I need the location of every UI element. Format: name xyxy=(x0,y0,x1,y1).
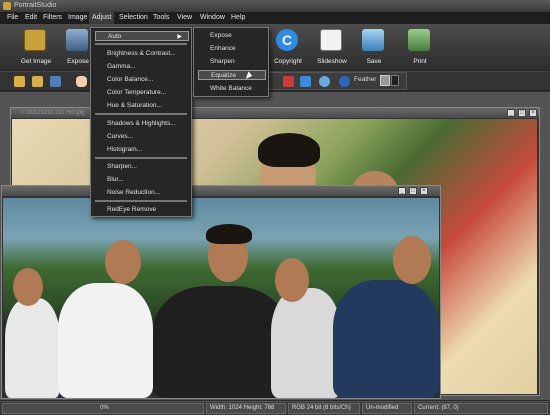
crop-icon[interactable] xyxy=(283,76,294,87)
slideshow-button[interactable]: Slideshow xyxy=(310,28,354,68)
person-body xyxy=(333,280,439,398)
hand-tool-icon[interactable] xyxy=(76,76,87,87)
menu-edit[interactable]: Edit xyxy=(22,12,40,24)
print-icon xyxy=(408,29,430,51)
menu-item-gamma[interactable]: Gamma... xyxy=(95,62,189,72)
submenu-item-enhance[interactable]: Enhance xyxy=(198,44,266,54)
color-mode: RGB 24 bit (8 bits/Ch) xyxy=(288,403,360,414)
back-window-title: c:\20121112-211750.jpg xyxy=(21,110,85,116)
menu-filters[interactable]: Filters xyxy=(40,12,65,24)
submenu-arrow-icon: ▶ xyxy=(177,34,182,40)
person-body xyxy=(5,298,60,398)
close-button[interactable]: × xyxy=(420,187,428,195)
menu-tools[interactable]: Tools xyxy=(150,12,172,24)
modified-status: Un-modified xyxy=(362,403,412,414)
zoom-progress: 0% xyxy=(2,403,204,414)
menu-item-blur[interactable]: Blur... xyxy=(95,175,189,185)
save-icon xyxy=(362,29,384,51)
open-folder-icon[interactable] xyxy=(14,76,25,87)
menu-adjust[interactable]: Adjust xyxy=(89,12,115,24)
menu-separator xyxy=(95,200,187,202)
menu-item-sharpen[interactable]: Sharpen... xyxy=(95,162,189,172)
print-button[interactable]: Print xyxy=(398,28,442,68)
maximize-button[interactable]: □ xyxy=(518,109,526,117)
browse-folder-icon[interactable] xyxy=(32,76,43,87)
menu-file[interactable]: File xyxy=(4,12,21,24)
menu-view[interactable]: View xyxy=(174,12,195,24)
menu-separator xyxy=(95,43,187,45)
menu-item-noise-reduction[interactable]: Noise Reduction... xyxy=(95,188,189,198)
menu-item-histogram[interactable]: Histogram... xyxy=(95,145,189,155)
magic-wand-icon[interactable] xyxy=(319,76,330,87)
slideshow-icon xyxy=(320,29,342,51)
menu-item-shadows-highlights[interactable]: Shadows & Highlights... xyxy=(95,119,189,129)
menu-help[interactable]: Help xyxy=(228,12,248,24)
menu-item-color-temperature[interactable]: Color Temperature... xyxy=(95,88,189,98)
menu-bar: File Edit Filters Image Adjust Selection… xyxy=(0,12,550,24)
auto-submenu: Expose Enhance Sharpen Equalize White Ba… xyxy=(193,27,269,97)
feather-spinner[interactable] xyxy=(391,75,399,86)
rect-select-icon[interactable] xyxy=(300,76,311,87)
get-image-icon xyxy=(24,29,46,51)
menu-selection[interactable]: Selection xyxy=(116,12,151,24)
person-head xyxy=(105,240,141,284)
maximize-button[interactable]: □ xyxy=(409,187,417,195)
menu-image[interactable]: Image xyxy=(65,12,90,24)
copyright-icon: C xyxy=(276,29,298,51)
app-icon xyxy=(3,2,11,10)
feather-label: Feather xyxy=(354,76,377,83)
person-hair xyxy=(258,133,320,167)
status-bar: 0% Width: 1024 Height: 768 RGB 24 bit (8… xyxy=(0,401,550,415)
menu-window[interactable]: Window xyxy=(197,12,228,24)
close-button[interactable]: × xyxy=(529,109,537,117)
menu-item-auto[interactable]: Auto ▶ xyxy=(95,31,189,41)
person-hair xyxy=(206,224,252,244)
image-dimensions: Width: 1024 Height: 768 xyxy=(206,403,286,414)
copyright-button[interactable]: C Copyright xyxy=(266,28,310,68)
minimize-button[interactable]: _ xyxy=(507,109,515,117)
person-head xyxy=(13,268,43,306)
front-window-titlebar[interactable] xyxy=(2,186,440,196)
person-body xyxy=(153,286,288,398)
menu-separator xyxy=(95,113,187,115)
expose-icon xyxy=(66,29,88,51)
submenu-item-white-balance[interactable]: White Balance xyxy=(198,84,266,94)
menu-item-color-balance[interactable]: Color Balance... xyxy=(95,75,189,85)
person-body xyxy=(271,288,341,398)
menu-item-brightness-contrast[interactable]: Brightness & Contrast... xyxy=(95,49,189,59)
submenu-item-sharpen[interactable]: Sharpen xyxy=(198,57,266,67)
menu-item-curves[interactable]: Curves... xyxy=(95,132,189,142)
save-disk-icon[interactable] xyxy=(50,76,61,87)
menu-separator xyxy=(95,157,187,159)
menu-item-redeye-remove[interactable]: RedEye Remove xyxy=(95,205,189,215)
get-image-button[interactable]: Get Image xyxy=(14,28,58,68)
minimize-button[interactable]: _ xyxy=(398,187,406,195)
title-bar: PortraitStudio xyxy=(0,0,550,12)
submenu-item-equalize[interactable]: Equalize xyxy=(198,70,266,80)
menu-item-hue-saturation[interactable]: Hue & Saturation... xyxy=(95,101,189,111)
save-button[interactable]: Save xyxy=(352,28,396,68)
submenu-item-expose[interactable]: Expose xyxy=(198,31,266,41)
person-body xyxy=(58,283,153,398)
person-head xyxy=(393,236,431,284)
feather-toggle[interactable] xyxy=(380,75,390,86)
ellipse-select-icon[interactable] xyxy=(339,76,350,87)
cursor-position: Current: (87, 0) xyxy=(414,403,548,414)
app-title: PortraitStudio xyxy=(14,2,57,9)
ribbon-toolbar: Get Image Expose C Copyright Slideshow S… xyxy=(0,24,550,70)
person-head xyxy=(275,258,309,302)
group-photo xyxy=(3,198,439,398)
adjust-menu: Auto ▶ Brightness & Contrast... Gamma...… xyxy=(90,27,192,217)
